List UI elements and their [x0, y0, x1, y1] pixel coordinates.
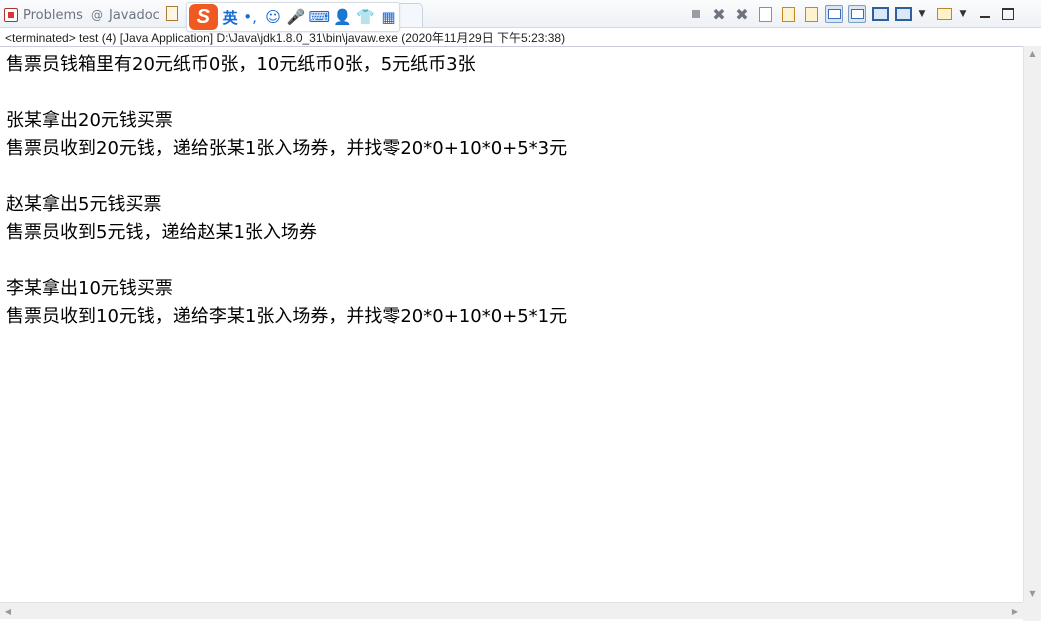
- console-line: 售票员收到10元钱，递给李某1张入场券，并找零20*0+10*0+5*1元: [6, 306, 568, 327]
- scroll-right-icon[interactable]: ▶: [1007, 603, 1023, 620]
- display-selected-console-button[interactable]: [894, 5, 912, 23]
- ime-skin-icon[interactable]: 👕: [355, 6, 376, 28]
- ime-punctuation-icon[interactable]: •,: [240, 6, 261, 28]
- pin-console-button[interactable]: [871, 5, 889, 23]
- console-line: 售票员收到20元钱，递给张某1张入场券，并找零20*0+10*0+5*3元: [6, 138, 568, 159]
- vertical-scrollbar[interactable]: ▲ ▼: [1023, 46, 1041, 602]
- tab-problems[interactable]: Problems: [4, 3, 83, 27]
- declaration-icon[interactable]: [166, 6, 178, 21]
- display-console-dropdown-icon[interactable]: ▼: [917, 5, 927, 23]
- tab-problems-label: Problems: [23, 7, 83, 23]
- console-lines: 售票员钱箱里有20元纸币0张，10元纸币0张，5元纸币3张 张某拿出20元钱买票…: [6, 51, 567, 331]
- horizontal-scrollbar[interactable]: ◀ ▶: [0, 602, 1023, 619]
- console-line: 赵某拿出5元钱买票: [6, 194, 162, 215]
- console-line: 张某拿出20元钱买票: [6, 110, 173, 131]
- ime-language-mode[interactable]: 英: [223, 7, 238, 28]
- ime-toolbar: S 英 •, ☺ 🎤 ⌨ 👤 👕 ▦: [186, 2, 400, 32]
- javadoc-icon: [90, 8, 104, 22]
- maximize-button[interactable]: [999, 5, 1017, 23]
- scroll-down-icon[interactable]: ▼: [1024, 586, 1041, 602]
- open-console-button[interactable]: [935, 5, 953, 23]
- terminate-button[interactable]: [687, 5, 705, 23]
- ime-emoji-icon[interactable]: ☺: [263, 6, 284, 28]
- ime-user-icon[interactable]: 👤: [332, 6, 353, 28]
- show-console-on-stdout-button[interactable]: [825, 5, 843, 23]
- scrollbar-corner: [1023, 602, 1041, 621]
- view-tab-bar: Problems Javadoc e ⊠ ✖ ✖ ▼ ▼: [0, 0, 1041, 28]
- word-wrap-button[interactable]: [802, 5, 820, 23]
- tab-javadoc-label: Javadoc: [109, 7, 160, 23]
- console-line: 售票员钱箱里有20元纸币0张，10元纸币0张，5元纸币3张: [6, 54, 476, 75]
- clear-console-button[interactable]: [756, 5, 774, 23]
- ime-voice-icon[interactable]: 🎤: [286, 6, 307, 28]
- tab-javadoc[interactable]: Javadoc: [90, 3, 160, 27]
- console-line: 李某拿出10元钱买票: [6, 278, 173, 299]
- remove-launch-button[interactable]: ✖: [710, 5, 728, 24]
- scroll-lock-button[interactable]: [779, 5, 797, 23]
- scroll-up-icon[interactable]: ▲: [1024, 46, 1041, 62]
- ime-toolbox-icon[interactable]: ▦: [378, 6, 399, 28]
- open-console-dropdown-icon[interactable]: ▼: [958, 5, 968, 23]
- remove-all-terminated-button[interactable]: ✖: [733, 5, 751, 24]
- scroll-left-icon[interactable]: ◀: [0, 603, 16, 620]
- ime-logo-icon[interactable]: S: [189, 4, 218, 30]
- minimize-button[interactable]: [976, 5, 994, 23]
- ime-keyboard-icon[interactable]: ⌨: [308, 6, 330, 28]
- console-output[interactable]: 售票员钱箱里有20元纸币0张，10元纸币0张，5元纸币3张 张某拿出20元钱买票…: [0, 46, 1023, 602]
- console-toolbar: ✖ ✖ ▼ ▼: [687, 4, 1022, 24]
- console-line: 售票员收到5元钱，递给赵某1张入场券: [6, 222, 317, 243]
- problems-icon: [4, 8, 18, 22]
- show-console-on-stderr-button[interactable]: [848, 5, 866, 23]
- console-status-line: <terminated> test (4) [Java Application]…: [5, 31, 566, 45]
